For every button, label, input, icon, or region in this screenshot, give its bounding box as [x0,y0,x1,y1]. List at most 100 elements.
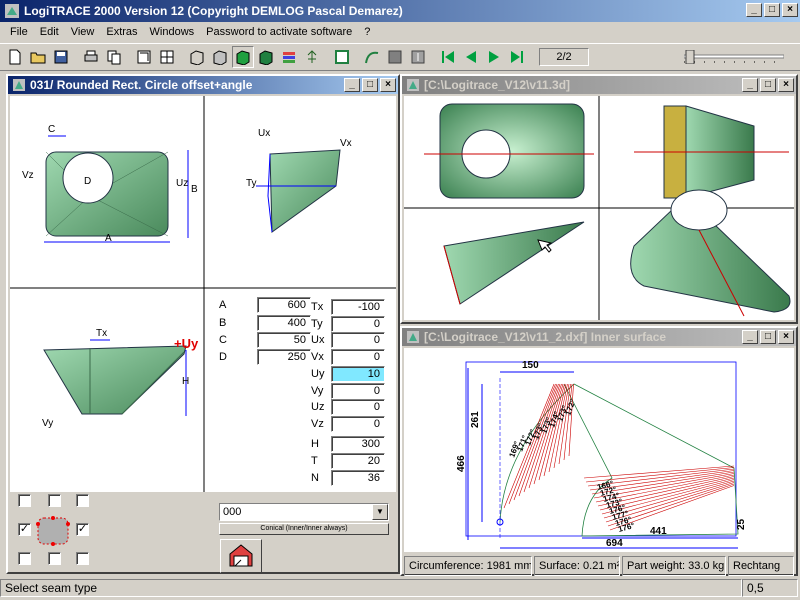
dim-label-ty: Ty [246,178,257,189]
frame-icon[interactable] [331,46,353,68]
maximize-button[interactable]: □ [764,3,780,17]
seam-dropdown-value: 000 [223,506,242,518]
cone-mode-button[interactable]: Conical (Inner/Inner always) [219,523,389,535]
gray-key-icon[interactable] [407,46,429,68]
seam-checkbox-tl[interactable] [18,494,31,507]
dim-label-25: 25 [736,518,747,530]
param-label: Vy [311,385,324,397]
close-button[interactable]: × [782,3,798,17]
chevron-down-icon[interactable]: ▼ [372,504,388,520]
param-input-tx[interactable]: -100 [331,299,385,315]
toolbar: 2/2 [0,43,800,71]
param-input-vz[interactable]: 0 [331,416,385,432]
menu-view[interactable]: View [65,26,101,38]
layers-icon[interactable] [278,46,300,68]
copy-icon[interactable] [103,46,125,68]
status-bar: Select seam type 0,5 [0,578,800,598]
param-label: C [219,334,227,346]
param-input-vy[interactable]: 0 [331,383,385,399]
minimize-button[interactable]: _ [746,3,762,17]
cube-wire-icon[interactable] [186,46,208,68]
weight-readout: Part weight: 33.0 kg [622,556,726,576]
dim-label-d: D [84,176,91,187]
dim-label-150: 150 [522,360,539,371]
menu-file[interactable]: File [4,26,34,38]
new-file-icon[interactable] [4,46,26,68]
param-input-n[interactable]: 36 [331,470,385,486]
dim-label-441: 441 [650,526,667,537]
tree-icon[interactable] [301,46,323,68]
cube-solid-icon[interactable] [209,46,231,68]
menu-help[interactable]: ? [358,26,376,38]
next-icon[interactable] [483,46,505,68]
param-input-ty[interactable]: 0 [331,316,385,332]
close-button[interactable]: × [778,330,794,344]
param-input-uz[interactable]: 0 [331,399,385,415]
minimize-button[interactable]: _ [742,330,758,344]
save-icon[interactable] [50,46,72,68]
param-input-h[interactable]: 300 [331,436,385,452]
param-label: Uy [311,368,325,380]
param-input-vx[interactable]: 0 [331,349,385,365]
seam-checkbox-ml[interactable]: ✓ [18,523,31,536]
view-split-icon[interactable] [156,46,178,68]
cube-shade-icon[interactable] [255,46,277,68]
menu-edit[interactable]: Edit [34,26,65,38]
maximize-button[interactable]: □ [362,78,378,92]
param-input-t[interactable]: 20 [331,453,385,469]
seam-checkbox-tr[interactable] [76,494,89,507]
param-input-c[interactable]: 50 [257,332,311,348]
print-icon[interactable] [80,46,102,68]
param-label: Ux [311,334,325,346]
prev-icon[interactable] [460,46,482,68]
menu-windows[interactable]: Windows [144,26,201,38]
open-folder-icon[interactable] [27,46,49,68]
menu-extras[interactable]: Extras [100,26,143,38]
param-input-a[interactable]: 600 [257,297,311,313]
status-text: Select seam type [0,579,742,597]
dxf-canvas[interactable]: 150 261 466 441 694 25 169° 171° 172° 173° 1… [404,348,794,552]
param-input-ux[interactable]: 0 [331,332,385,348]
first-icon[interactable] [437,46,459,68]
zoom-slider[interactable] [684,50,784,64]
minimize-button[interactable]: _ [344,78,360,92]
close-button[interactable]: × [778,78,794,92]
shape-readout: Rechtang [728,556,794,576]
seam-dropdown[interactable]: 000 ▼ [219,503,389,521]
close-button[interactable]: × [380,78,396,92]
seam-checkbox-tm[interactable] [48,494,61,507]
view-3d-canvas[interactable] [404,96,794,320]
maximize-button[interactable]: □ [760,330,776,344]
param-label: Uz [311,401,325,413]
param-label: A [219,299,227,311]
param-input-uy[interactable]: 10 [331,366,385,382]
page-indicator[interactable]: 2/2 [539,48,589,66]
window-icon [407,79,419,91]
cube-green-icon[interactable] [232,46,254,68]
export-button[interactable] [220,539,262,573]
seam-shape-icon[interactable] [36,516,70,546]
minimize-button[interactable]: _ [742,78,758,92]
seam-checkbox-mr[interactable]: ✓ [76,523,89,536]
menu-password[interactable]: Password to activate software [200,26,358,38]
dim-label-c: C [48,124,55,135]
shape-drawing-canvas[interactable]: A B C D Uz Vz Ux Vx Ty Tx +Uy H Vy [10,96,396,492]
status-value: 0,5 [742,579,798,597]
seam-checkbox-bm[interactable] [48,552,61,565]
param-input-b[interactable]: 400 [257,315,311,331]
parameter-window-title: 031/ Rounded Rect. Circle offset+angle [30,78,253,92]
view-2d-icon[interactable] [133,46,155,68]
circumference-readout: Circumference: 1981 mm [404,556,532,576]
param-input-d[interactable]: 250 [257,349,311,365]
seam-checkbox-bl[interactable] [18,552,31,565]
dim-label-694: 694 [606,538,623,549]
gray-box-icon[interactable] [384,46,406,68]
last-icon[interactable] [506,46,528,68]
maximize-button[interactable]: □ [760,78,776,92]
dim-label-a: A [105,233,112,244]
param-label: Ty [311,318,323,330]
seam-checkbox-br[interactable] [76,552,89,565]
dxf-title-bar: [C:\Logitrace_V12\v11_2.dxf] Inner surfa… [402,328,796,346]
curve-icon[interactable] [361,46,383,68]
param-label: Vz [311,418,324,430]
